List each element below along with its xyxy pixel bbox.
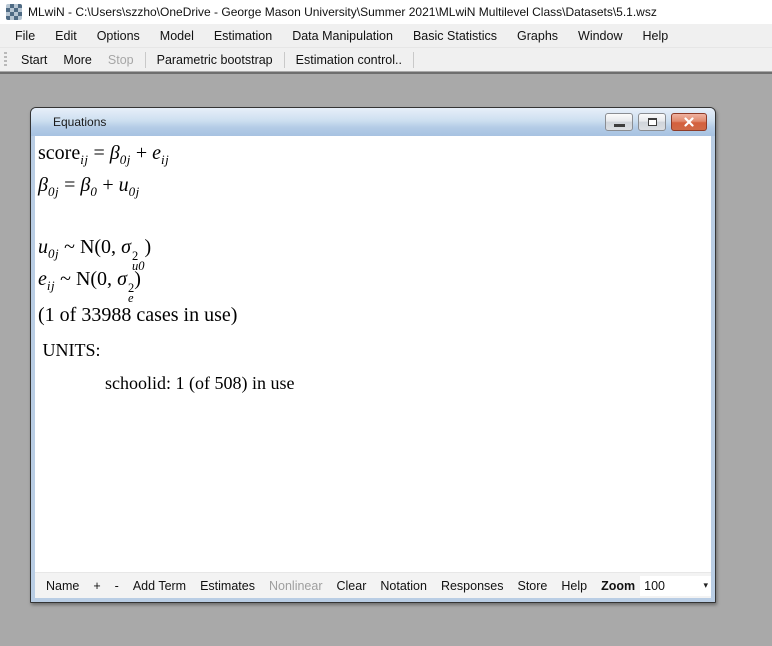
zoom-dropdown[interactable]: 100 ▾: [640, 576, 711, 596]
menu-window[interactable]: Window: [568, 25, 632, 47]
stop-button: Stop: [100, 50, 142, 70]
menu-basic-statistics[interactable]: Basic Statistics: [403, 25, 507, 47]
plus-button[interactable]: +: [86, 576, 107, 596]
estimates-button[interactable]: Estimates: [193, 576, 262, 596]
equations-window-title: Equations: [53, 115, 605, 129]
menu-file[interactable]: File: [5, 25, 45, 47]
toolbar-separator: [413, 52, 414, 68]
mdi-workspace: Equations scoreij = β0j + eij β0j = β0: [0, 72, 772, 646]
menubar: File Edit Options Model Estimation Data …: [0, 24, 772, 48]
menu-edit[interactable]: Edit: [45, 25, 87, 47]
menu-help[interactable]: Help: [633, 25, 679, 47]
equation-e-distribution[interactable]: eij ~ N(0, σ2e): [38, 268, 141, 303]
estimation-control-button[interactable]: Estimation control..: [288, 50, 410, 70]
equations-toolbar: Name + - Add Term Estimates Nonlinear Cl…: [35, 572, 711, 598]
store-button[interactable]: Store: [510, 576, 554, 596]
name-button[interactable]: Name: [39, 576, 86, 596]
caption-buttons: [605, 113, 707, 131]
app-titlebar: MLwiN - C:\Users\szzho\OneDrive - George…: [0, 0, 772, 24]
responses-button[interactable]: Responses: [434, 576, 511, 596]
menu-options[interactable]: Options: [87, 25, 150, 47]
equation-u-distribution[interactable]: u0j ~ N(0, σ2u0): [38, 236, 151, 271]
equation-response[interactable]: scoreij = β0j + eij: [38, 142, 169, 165]
equations-window: Equations scoreij = β0j + eij β0j = β0: [30, 107, 716, 603]
menu-model[interactable]: Model: [150, 25, 204, 47]
menu-data-manipulation[interactable]: Data Manipulation: [282, 25, 403, 47]
minimize-button[interactable]: [605, 113, 633, 131]
cases-in-use-note: (1 of 33988 cases in use): [38, 304, 237, 327]
dropdown-arrow-icon: ▾: [703, 580, 708, 591]
zoom-label: Zoom: [594, 576, 638, 596]
help-button[interactable]: Help: [554, 576, 594, 596]
app-title: MLwiN - C:\Users\szzho\OneDrive - George…: [28, 5, 657, 19]
units-label: UNITS:: [38, 340, 101, 361]
add-term-button[interactable]: Add Term: [126, 576, 193, 596]
equations-body: scoreij = β0j + eij β0j = β0 + u0j u0j ~…: [35, 136, 711, 598]
restore-button[interactable]: [638, 113, 666, 131]
minus-button[interactable]: -: [108, 576, 126, 596]
restore-icon: [648, 118, 657, 126]
parametric-bootstrap-button[interactable]: Parametric bootstrap: [149, 50, 281, 70]
equations-titlebar[interactable]: Equations: [31, 108, 715, 136]
menu-estimation[interactable]: Estimation: [204, 25, 282, 47]
toolbar-separator: [284, 52, 285, 68]
minimize-icon: [614, 124, 625, 127]
zoom-value: 100: [644, 579, 703, 593]
equations-content: scoreij = β0j + eij β0j = β0 + u0j u0j ~…: [35, 136, 711, 572]
toolbar-grip-handle[interactable]: [4, 52, 7, 68]
units-schoolid-detail: schoolid: 1 (of 508) in use: [105, 373, 294, 394]
equation-level2[interactable]: β0j = β0 + u0j: [38, 174, 140, 197]
more-button[interactable]: More: [55, 50, 99, 70]
main-toolbar: Start More Stop Parametric bootstrap Est…: [0, 48, 772, 71]
close-button[interactable]: [671, 113, 707, 131]
toolbar-separator: [145, 52, 146, 68]
mlwin-app-icon: [6, 4, 22, 20]
nonlinear-button: Nonlinear: [262, 576, 330, 596]
menu-graphs[interactable]: Graphs: [507, 25, 568, 47]
close-icon: [684, 117, 694, 127]
clear-button[interactable]: Clear: [330, 576, 374, 596]
start-button[interactable]: Start: [13, 50, 55, 70]
notation-button[interactable]: Notation: [373, 576, 434, 596]
